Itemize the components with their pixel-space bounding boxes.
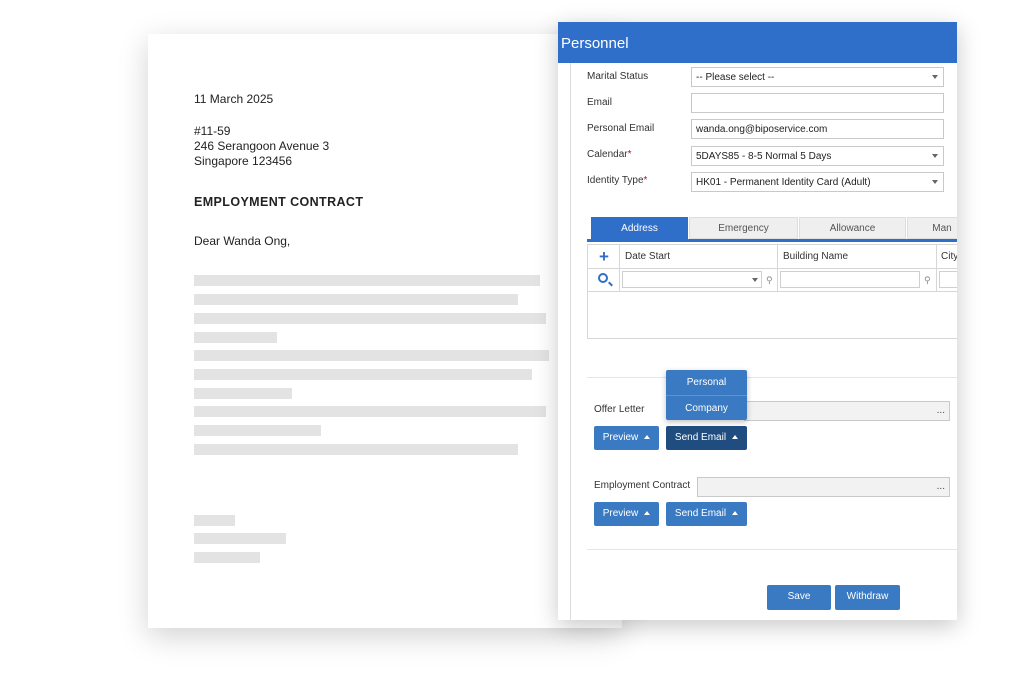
email-label: Email — [587, 97, 613, 108]
chevron-down-icon — [932, 154, 938, 158]
email-field[interactable] — [691, 93, 944, 113]
letter-title: EMPLOYMENT CONTRACT — [194, 195, 364, 209]
personal-email-label: Personal Email — [587, 123, 655, 134]
browse-button[interactable]: ... — [937, 481, 945, 492]
building-name-filter[interactable] — [780, 271, 920, 288]
save-button[interactable]: Save — [767, 585, 831, 610]
withdraw-button[interactable]: Withdraw — [835, 585, 900, 610]
personal-email-field[interactable]: wanda.ong@biposervice.com — [691, 119, 944, 139]
column-city[interactable]: City — [941, 251, 957, 262]
caret-up-icon — [644, 511, 651, 515]
window-title: Personnel — [558, 22, 957, 63]
offer-send-email-button[interactable]: Send Email — [666, 426, 747, 450]
signature-placeholder — [194, 533, 286, 544]
tab-address[interactable]: Address — [591, 217, 688, 239]
personal-email-value: wanda.ong@biposervice.com — [696, 124, 828, 135]
caret-up-icon — [644, 435, 651, 439]
offer-letter-field[interactable]: ... — [744, 401, 950, 421]
plus-icon[interactable]: + — [599, 248, 609, 265]
section-divider — [587, 377, 957, 378]
text-placeholder — [194, 406, 546, 417]
letter-greeting: Dear Wanda Ong, — [194, 234, 291, 248]
filter-pin-icon[interactable]: ⚲ — [924, 275, 931, 286]
offer-letter-label: Offer Letter — [594, 404, 645, 415]
send-email-menu: Personal Company — [666, 370, 747, 420]
browse-button[interactable]: ... — [937, 405, 945, 416]
tab-man[interactable]: Man — [907, 217, 957, 239]
calendar-value: 5DAYS85 - 8-5 Normal 5 Days — [696, 151, 832, 162]
text-placeholder — [194, 425, 321, 436]
menu-item-personal[interactable]: Personal — [666, 370, 747, 395]
tab-emergency[interactable]: Emergency — [689, 217, 798, 239]
letter-date: 11 March 2025 — [194, 92, 274, 106]
letter-address-line: Singapore 123456 — [194, 154, 293, 168]
marital-status-select[interactable]: -- Please select -- — [691, 67, 944, 87]
date-start-filter[interactable] — [622, 271, 762, 288]
calendar-label: Calendar* — [587, 149, 632, 160]
grid-divider — [588, 291, 957, 292]
letter-document: 11 March 2025 #11-59 246 Serangoon Avenu… — [148, 34, 622, 628]
marital-status-label: Marital Status — [587, 71, 649, 82]
contract-send-email-button[interactable]: Send Email — [666, 502, 747, 526]
text-placeholder — [194, 369, 532, 380]
required-mark: * — [643, 175, 648, 186]
caret-up-icon — [732, 435, 739, 439]
chevron-down-icon — [752, 278, 758, 282]
calendar-label-text: Calendar — [587, 149, 628, 160]
address-grid: + Date Start Building Name City ⚲ ⚲ — [587, 244, 957, 339]
identity-type-value: HK01 - Permanent Identity Card (Adult) — [696, 177, 871, 188]
letter-address-line: #11-59 — [194, 124, 231, 138]
text-placeholder — [194, 275, 540, 286]
tab-underline — [587, 239, 957, 242]
text-placeholder — [194, 444, 518, 455]
signature-placeholder — [194, 552, 260, 563]
city-filter[interactable] — [939, 271, 957, 288]
menu-item-company[interactable]: Company — [666, 395, 747, 420]
calendar-select[interactable]: 5DAYS85 - 8-5 Normal 5 Days — [691, 146, 944, 166]
text-placeholder — [194, 313, 546, 324]
identity-type-label: Identity Type* — [587, 175, 647, 186]
contract-preview-button[interactable]: Preview — [594, 502, 659, 526]
required-mark: * — [627, 149, 632, 160]
send-email-label: Send Email — [674, 508, 727, 519]
chevron-down-icon — [932, 75, 938, 79]
grid-divider — [588, 268, 957, 269]
personnel-window: Personnel Marital Status -- Please selec… — [558, 22, 957, 620]
preview-label: Preview — [602, 432, 639, 443]
text-placeholder — [194, 332, 277, 343]
text-placeholder — [194, 294, 518, 305]
offer-preview-button[interactable]: Preview — [594, 426, 659, 450]
search-icon[interactable] — [598, 273, 608, 283]
preview-label: Preview — [602, 508, 639, 519]
column-date-start[interactable]: Date Start — [625, 251, 670, 262]
chevron-down-icon — [932, 180, 938, 184]
screen: 11 March 2025 #11-59 246 Serangoon Avenu… — [0, 0, 1024, 683]
identity-type-label-text: Identity Type — [587, 175, 644, 186]
text-placeholder — [194, 350, 549, 361]
text-placeholder — [194, 388, 292, 399]
send-email-label: Send Email — [674, 432, 727, 443]
caret-up-icon — [732, 511, 739, 515]
marital-status-value: -- Please select -- — [696, 72, 775, 83]
letter-address-line: 246 Serangoon Avenue 3 — [194, 139, 330, 153]
column-building-name[interactable]: Building Name — [783, 251, 848, 262]
identity-type-select[interactable]: HK01 - Permanent Identity Card (Adult) — [691, 172, 944, 192]
left-rail — [570, 63, 571, 620]
section-divider — [587, 549, 957, 550]
employment-contract-field[interactable]: ... — [697, 477, 950, 497]
tab-allowance[interactable]: Allowance — [799, 217, 906, 239]
signature-placeholder — [194, 515, 235, 526]
employment-contract-label: Employment Contract — [594, 480, 691, 491]
filter-pin-icon[interactable]: ⚲ — [766, 275, 773, 286]
